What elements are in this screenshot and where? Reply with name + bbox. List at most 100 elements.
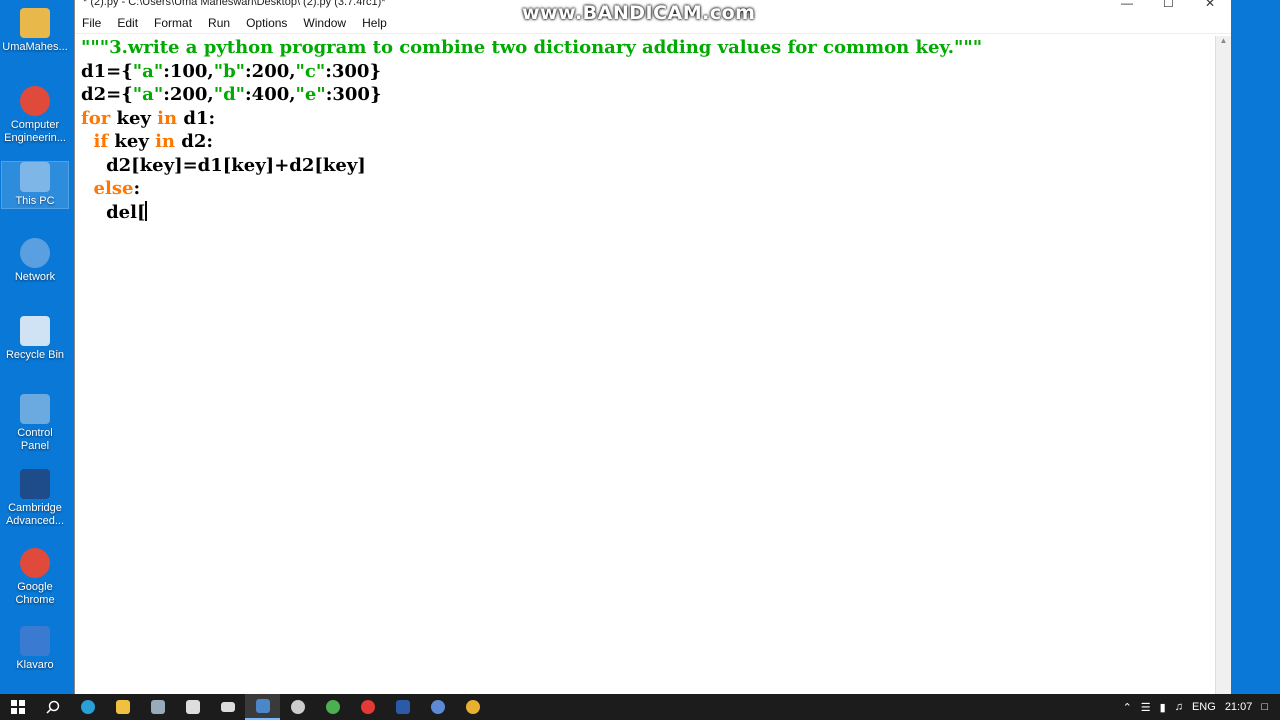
keyword-token: else xyxy=(93,178,134,199)
menu-options[interactable]: Options xyxy=(246,16,287,30)
language-indicator[interactable]: ENG xyxy=(1192,701,1216,713)
taskbar-app-green[interactable] xyxy=(315,694,350,720)
desktop-right-strip xyxy=(1231,0,1280,694)
desktop-icon-control-panel[interactable]: Control Panel xyxy=(2,394,68,453)
text-cursor xyxy=(145,200,148,221)
desktop-icon-label: Computer Engineerin... xyxy=(4,119,66,144)
taskbar-mail[interactable] xyxy=(210,694,245,720)
code-token: d1={ xyxy=(81,60,133,82)
desktop-icon-cambridge[interactable]: Cambridge Advanced... xyxy=(2,469,68,528)
taskbar-chrome[interactable] xyxy=(455,694,490,720)
desktop-icon-label: Control Panel xyxy=(17,427,53,452)
code-token: :300} xyxy=(325,84,382,105)
code-line-8: del[ xyxy=(81,200,1215,225)
chevron-up-icon[interactable]: ⌃ xyxy=(1123,701,1132,714)
taskbar: ⌃ ☰ ▮ ♫ ENG 21:07 □ xyxy=(0,694,1280,720)
maximize-button[interactable]: ☐ xyxy=(1163,0,1174,10)
app-red-icon xyxy=(360,700,375,714)
cald3-icon xyxy=(20,469,50,499)
menu-run[interactable]: Run xyxy=(208,16,230,30)
volume-icon[interactable]: ♫ xyxy=(1175,701,1183,713)
taskbar-store[interactable] xyxy=(175,694,210,720)
code-token: :300} xyxy=(325,60,382,82)
close-button[interactable]: ✕ xyxy=(1205,0,1215,10)
code-line-2: d1={"a":100,"b":200,"c":300} xyxy=(81,60,1215,84)
app-blue-icon xyxy=(430,700,445,714)
taskbar-app-blue[interactable] xyxy=(420,694,455,720)
docstring: """3.write a python program to combine t… xyxy=(81,37,983,58)
menu-file[interactable]: File xyxy=(82,16,101,30)
taskbar-settings[interactable] xyxy=(280,694,315,720)
desktop-icon-klavaro[interactable]: Klavaro xyxy=(2,626,68,672)
chrome-icon xyxy=(20,548,50,578)
system-tray: ⌃ ☰ ▮ ♫ ENG 21:07 □ xyxy=(1123,701,1280,714)
settings-icon xyxy=(290,700,305,714)
code-editor[interactable]: """3.write a python program to combine t… xyxy=(75,36,1215,694)
code-token: :200, xyxy=(163,84,214,105)
task-view-icon xyxy=(150,700,165,714)
string-token: "c" xyxy=(295,60,326,82)
menu-format[interactable]: Format xyxy=(154,16,192,30)
file-explorer-icon xyxy=(115,700,130,714)
clock[interactable]: 21:07 xyxy=(1225,701,1253,713)
code-token: del[ xyxy=(81,201,146,223)
desktop-icon-label: Cambridge Advanced... xyxy=(5,502,65,527)
code-token: d2[key]=d1[key]+d2[key] xyxy=(81,154,366,176)
scroll-up-icon[interactable]: ▲ xyxy=(1216,36,1231,48)
control-panel-icon xyxy=(20,394,50,424)
code-line-4: for key in d1: xyxy=(81,107,1215,131)
bandicam-watermark: www.BANDICAM.com xyxy=(522,2,756,24)
menu-help[interactable]: Help xyxy=(362,16,387,30)
desktop-icon-google-chrome[interactable]: Google Chrome xyxy=(2,548,68,607)
desktop-icon-computer-engineering[interactable]: Computer Engineerin... xyxy=(2,86,68,145)
desktop-icon-network[interactable]: Network xyxy=(2,238,68,284)
search-icon xyxy=(45,700,59,714)
start-button[interactable] xyxy=(0,694,35,720)
desktop-icon-recycle-bin[interactable]: Recycle Bin xyxy=(2,316,68,362)
idle-icon xyxy=(255,699,270,713)
desktop-icon-label: UmaMahes... xyxy=(2,41,68,53)
code-line-1: """3.write a python program to combine t… xyxy=(81,36,1215,60)
minimize-button[interactable]: — xyxy=(1121,0,1133,10)
mail-icon xyxy=(220,702,235,712)
edge-icon xyxy=(80,700,95,714)
string-token: "a" xyxy=(132,84,164,105)
string-token: "a" xyxy=(132,60,164,82)
desktop-icon-label: Network xyxy=(14,271,56,283)
string-token: "b" xyxy=(213,60,246,82)
taskbar-task-view[interactable] xyxy=(140,694,175,720)
taskbar-app-red[interactable] xyxy=(350,694,385,720)
code-token: : xyxy=(133,178,141,199)
keyword-token: for xyxy=(81,107,111,129)
code-token: d1: xyxy=(177,107,216,129)
desktop-icon-user[interactable]: UmaMahes... xyxy=(2,8,68,54)
user-folder-icon xyxy=(20,8,50,38)
string-token: "e" xyxy=(295,84,326,105)
keyword-token: in xyxy=(157,107,178,129)
code-token: :400, xyxy=(245,84,296,105)
wifi-icon[interactable]: ☰ xyxy=(1141,701,1151,714)
desktop-icon-this-pc[interactable]: This PC xyxy=(1,161,69,209)
menu-window[interactable]: Window xyxy=(303,16,346,30)
vertical-scrollbar[interactable]: ▲ xyxy=(1215,36,1231,694)
code-token: :100, xyxy=(163,60,214,82)
menu-edit[interactable]: Edit xyxy=(117,16,138,30)
store-icon xyxy=(185,700,200,714)
network-icon xyxy=(20,238,50,268)
taskbar-idle[interactable] xyxy=(245,694,280,720)
desktop: UmaMahes... Computer Engineerin... This … xyxy=(0,0,74,694)
code-token: d2: xyxy=(175,131,214,152)
taskbar-photoshop[interactable] xyxy=(385,694,420,720)
search-button[interactable] xyxy=(35,694,70,720)
battery-icon[interactable]: ▮ xyxy=(1160,701,1166,714)
code-line-5: if key in d2: xyxy=(81,130,1215,154)
windows-logo-icon xyxy=(10,700,25,714)
code-token: :200, xyxy=(245,60,296,82)
notification-icon[interactable]: □ xyxy=(1261,701,1268,713)
klavaro-icon xyxy=(20,626,50,656)
chrome-taskbar-icon xyxy=(465,700,480,714)
taskbar-edge[interactable] xyxy=(70,694,105,720)
taskbar-file-explorer[interactable] xyxy=(105,694,140,720)
